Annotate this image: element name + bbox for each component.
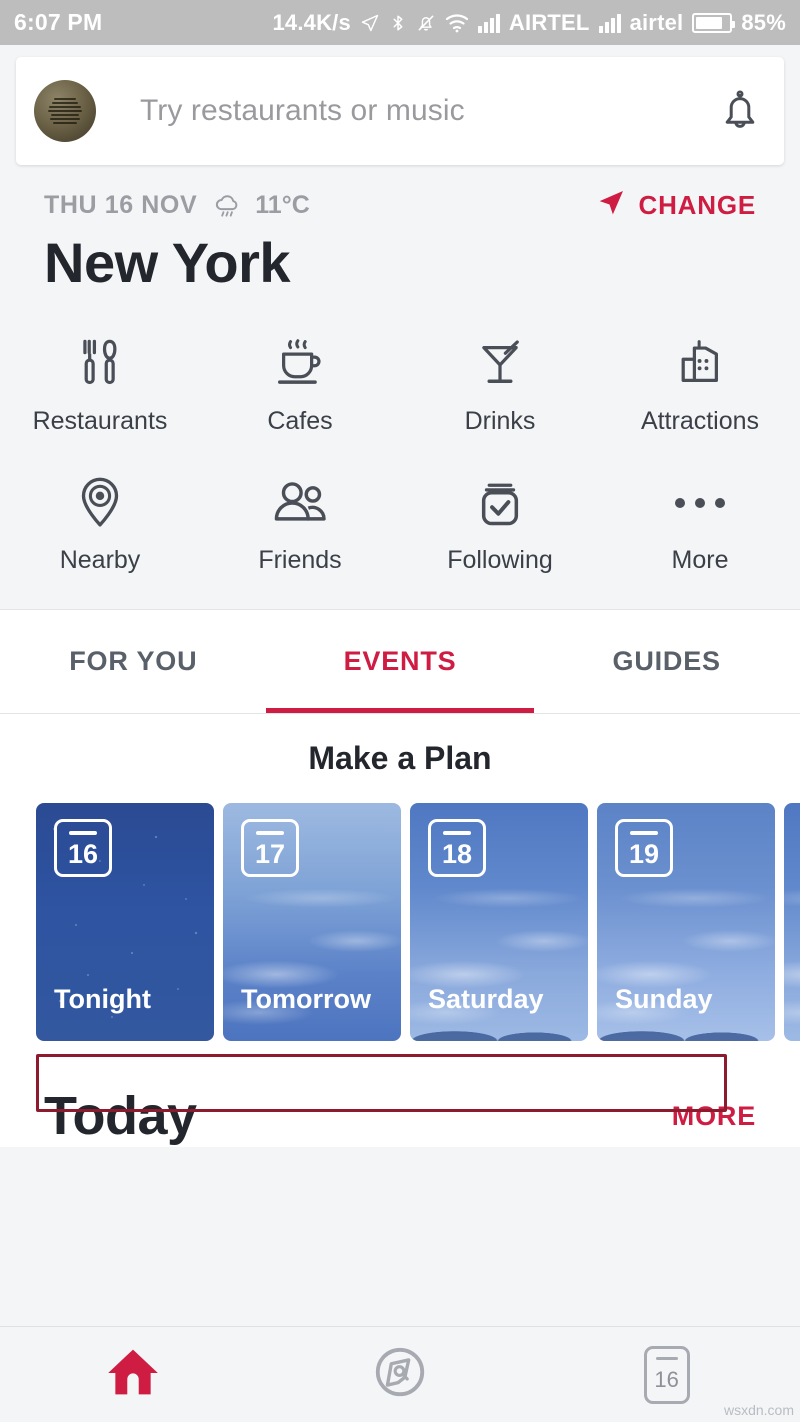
plan-card-next-partial[interactable] [784,803,800,1041]
category-nearby[interactable]: Nearby [0,472,200,575]
category-label: Attractions [640,407,760,435]
signal-bars-icon-1 [477,13,500,33]
status-bar: 6:07 PM 14.4K/s AIRTEL airtel 85% [0,0,800,45]
plan-card-sunday[interactable]: 19 Sunday [597,803,775,1041]
explore-compass-icon [371,1343,429,1406]
category-grid: Restaurants Cafes Drinks Attractions Nea… [0,305,800,609]
tab-guides[interactable]: GUIDES [533,610,800,713]
make-a-plan-section: Make a Plan 16 Tonight 17 Tomorrow 18 Sa… [0,714,800,1041]
search-section: Try restaurants or music [0,45,800,165]
current-date: THU 16 NOV [44,191,198,219]
tab-label: EVENTS [343,646,457,676]
search-input[interactable]: Try restaurants or music [140,94,716,128]
today-more-button[interactable]: MORE [672,1101,756,1132]
calendar-day-number: 19 [628,838,660,869]
nav-calendar[interactable]: 16 [533,1345,800,1404]
tab-label: FOR YOU [69,646,198,676]
home-icon [102,1343,164,1406]
tab-events[interactable]: EVENTS [267,610,534,713]
calendar-icon: 16 [643,1345,690,1404]
category-following[interactable]: Following [400,472,600,575]
bottom-navigation: 16 [0,1326,800,1422]
plan-card-label: Saturday [428,984,544,1014]
cloud-decoration [784,803,800,1041]
wifi-icon [445,13,469,33]
tab-for-you[interactable]: FOR YOU [0,610,267,713]
calendar-day-number: 18 [441,838,473,869]
watermark: wsxdn.com [723,1402,794,1418]
buildings-icon [671,333,729,395]
city-name: New York [44,231,291,294]
location-header: THU 16 NOV 11°C CHANGE New York [0,165,800,305]
category-label: Drinks [464,407,536,435]
tab-bar: FOR YOU EVENTS GUIDES [0,609,800,713]
category-label: Friends [258,546,342,574]
plan-card-tonight[interactable]: 16 Tonight [36,803,214,1041]
category-label: Restaurants [32,407,168,435]
tab-label: GUIDES [612,646,721,676]
user-avatar[interactable] [34,80,96,142]
status-network-speed: 14.4K/s [272,9,351,35]
plan-card-label: Tonight [54,984,151,1014]
horizon-decoration [410,1015,588,1041]
plan-card-label: Tomorrow [241,984,371,1014]
calendar-badge: 18 [428,819,486,877]
category-label: Following [447,546,553,574]
category-cafes[interactable]: Cafes [200,333,400,436]
plan-card-label: Sunday [615,984,713,1014]
notification-bell-icon[interactable] [716,86,764,136]
category-label: Cafes [267,407,333,435]
calendar-badge: 19 [615,819,673,877]
horizon-decoration [597,1015,775,1041]
status-time: 6:07 PM [14,9,103,35]
coffee-cup-icon [271,333,329,395]
status-carrier-1: AIRTEL [508,9,590,35]
category-drinks[interactable]: Drinks [400,333,600,436]
change-location-button[interactable]: CHANGE [595,187,756,224]
category-friends[interactable]: Friends [200,472,400,575]
search-bar[interactable]: Try restaurants or music [16,57,784,165]
calendar-day-number: 16 [654,1366,679,1392]
cocktail-glass-icon [473,333,527,395]
category-label: Nearby [59,546,141,574]
change-label: CHANGE [638,190,756,220]
plan-card-carousel[interactable]: 16 Tonight 17 Tomorrow 18 Saturday 19 Su… [0,777,800,1041]
category-restaurants[interactable]: Restaurants [0,333,200,436]
calendar-badge: 16 [54,819,112,877]
category-label: More [671,546,729,574]
status-carrier-2: airtel [629,9,684,35]
battery-icon [692,12,736,33]
calendar-day-number: 16 [67,838,99,869]
plan-card-saturday[interactable]: 18 Saturday [410,803,588,1041]
nav-home[interactable] [0,1343,267,1406]
category-more[interactable]: More [600,472,800,575]
rain-cloud-icon [211,189,245,223]
people-icon [270,472,330,534]
navigation-arrow-icon [595,187,627,224]
status-battery-level: 85% [741,9,786,35]
category-attractions[interactable]: Attractions [600,333,800,436]
plan-card-tomorrow[interactable]: 17 Tomorrow [223,803,401,1041]
mute-bell-icon [416,12,436,34]
ellipsis-icon [675,472,725,534]
today-section-header: Today MORE [0,1041,800,1147]
section-title: Make a Plan [308,740,492,776]
location-arrow-icon [360,13,380,33]
map-pin-target-icon [73,472,127,534]
calendar-badge: 17 [241,819,299,877]
fork-knife-icon [73,333,127,395]
bluetooth-icon [389,12,407,34]
current-temperature: 11°C [255,191,310,219]
bookmark-check-icon [472,472,528,534]
signal-bars-icon-2 [598,13,621,33]
today-title: Today [44,1086,197,1146]
app-root: 6:07 PM 14.4K/s AIRTEL airtel 85% Try re… [0,0,800,1422]
calendar-day-number: 17 [254,838,286,869]
nav-explore[interactable] [267,1343,534,1406]
